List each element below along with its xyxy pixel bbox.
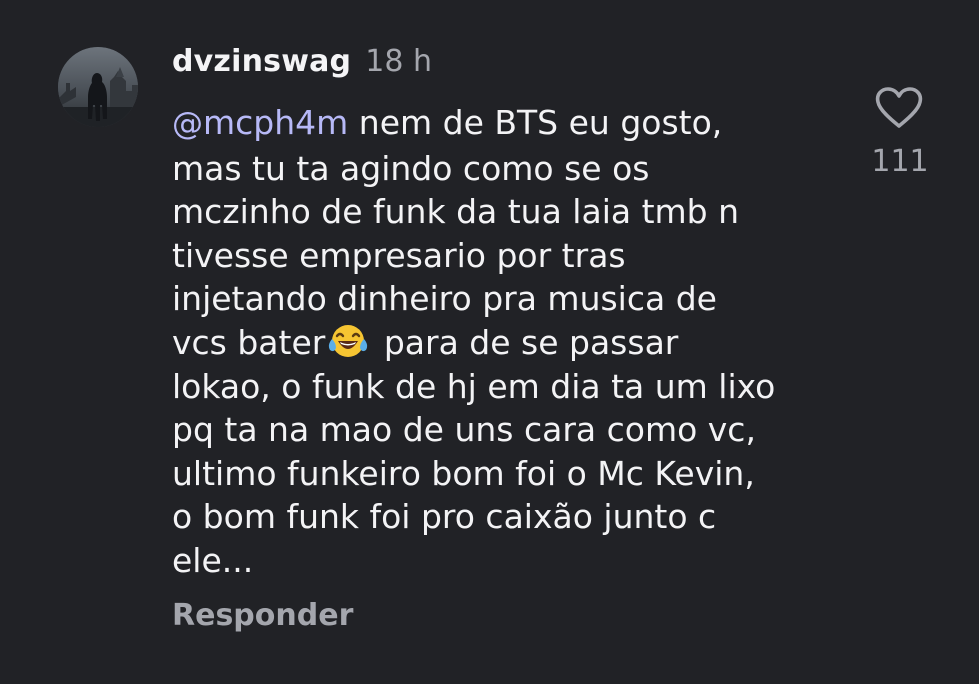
avatar[interactable]	[58, 47, 138, 127]
comment-line-11: ele...	[172, 540, 254, 580]
comment-header: dvzinswag 18 h	[172, 44, 432, 84]
comment-line-7: lokao, o funk de hj em dia ta um lixo	[172, 366, 776, 406]
comment-line-3: mczinho de funk da tua laia tmb n	[172, 192, 740, 232]
comment-text-segment: vcs bater	[172, 322, 326, 362]
comment-line-6: vcs bater para de se passar	[172, 321, 832, 365]
comment: dvzinswag 18 h @mcph4m nem de BTS eu gos…	[0, 0, 979, 684]
comment-text: @mcph4m nem de BTS eu gosto, mas tu ta a…	[172, 101, 832, 583]
comment-text-segment: nem de BTS eu gosto,	[348, 103, 723, 142]
comment-line-4: tivesse empresario por tras	[172, 235, 626, 275]
username[interactable]: dvzinswag	[172, 44, 351, 79]
timestamp: 18 h	[365, 44, 432, 79]
reply-button[interactable]: Responder	[172, 598, 353, 633]
mention-handle: mcph4m	[203, 103, 349, 142]
laughing-tears-emoji-icon	[329, 324, 368, 357]
comment-line-5: injetando dinheiro pra musica de	[172, 279, 717, 319]
avatar-image	[58, 47, 138, 127]
comment-line-10: o bom funk foi pro caixão junto c	[172, 497, 717, 537]
comment-line-8: pq ta na mao de uns cara como vc,	[172, 410, 756, 450]
comment-line-1: @mcph4m nem de BTS eu gosto,	[172, 101, 832, 147]
like-button[interactable]	[874, 85, 924, 131]
comment-line-9: ultimo funkeiro bom foi o Mc Kevin,	[172, 453, 755, 493]
threads-mention-icon: @	[172, 106, 203, 142]
heart-outline-icon	[875, 87, 923, 128]
mention-link[interactable]: @mcph4m	[172, 103, 348, 142]
comment-line-2: mas tu ta agindo como se os	[172, 148, 650, 188]
like-count: 111	[871, 144, 929, 179]
comment-text-segment: para de se passar	[373, 322, 679, 362]
